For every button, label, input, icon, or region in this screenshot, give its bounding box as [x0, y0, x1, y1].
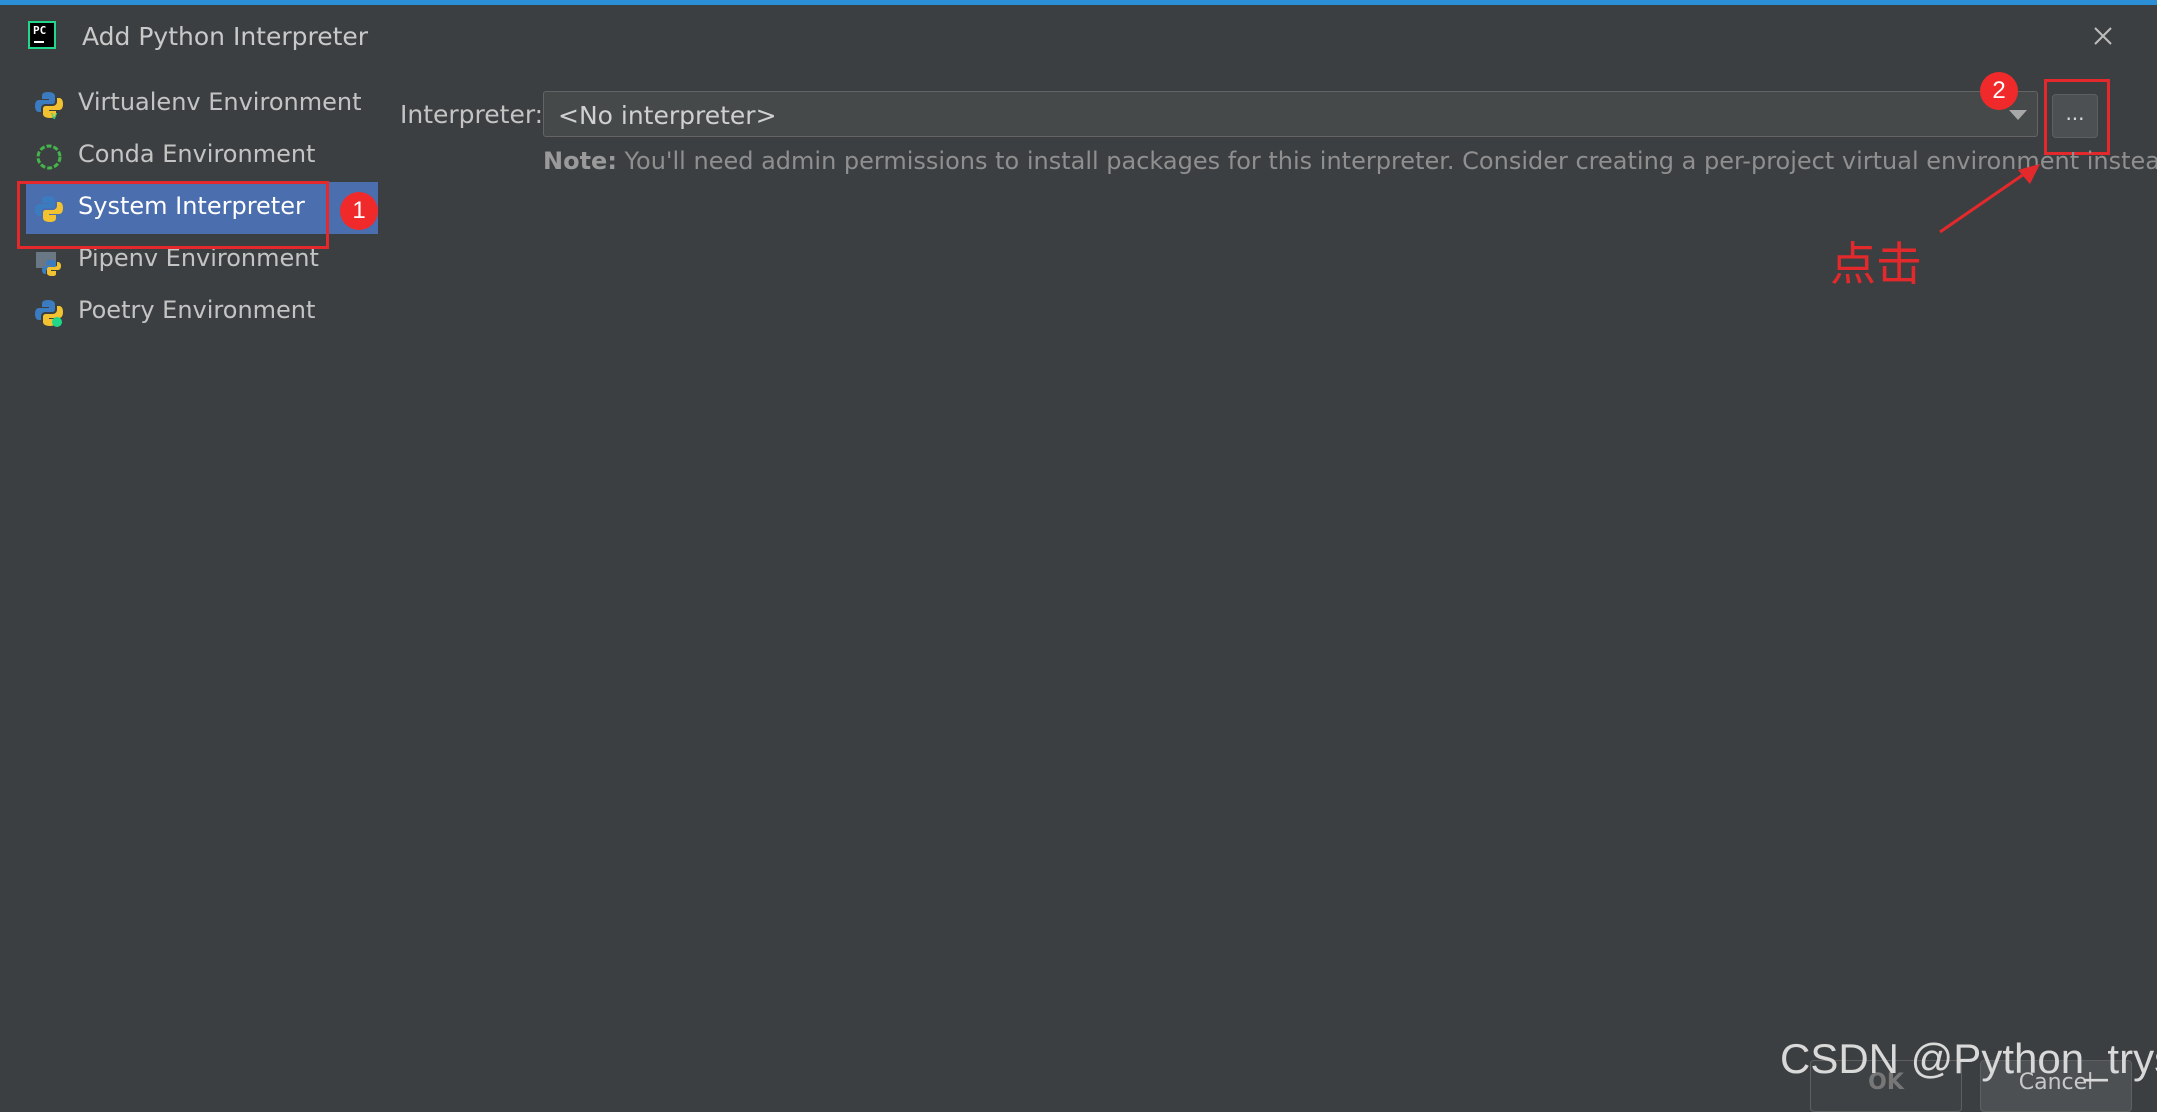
sidebar-item-poetry[interactable]: Poetry Environment	[16, 286, 366, 338]
pipenv-icon	[34, 246, 64, 276]
close-button[interactable]	[2086, 19, 2120, 53]
interpreter-dropdown[interactable]: <No interpreter>	[543, 91, 2038, 137]
virtualenv-python-icon: v	[34, 90, 64, 122]
interpreter-dropdown-value: <No interpreter>	[558, 101, 777, 130]
sidebar-item-label: Virtualenv Environment	[78, 88, 362, 116]
pycharm-logo-icon: PC	[28, 21, 56, 49]
annotation-arrow-icon	[1939, 164, 2040, 234]
note-text: You'll need admin permissions to install…	[616, 147, 2157, 175]
admin-permissions-note: Note: You'll need admin permissions to i…	[543, 147, 2157, 175]
poetry-icon	[34, 298, 64, 328]
annotation-highlight-box-2	[2044, 79, 2110, 155]
watermark-text: CSDN @Python_trys	[1780, 1035, 2157, 1082]
close-icon	[2094, 27, 2112, 45]
sidebar-item-virtualenv[interactable]: v Virtualenv Environment	[16, 78, 366, 130]
annotation-highlight-box-1	[17, 181, 329, 249]
annotation-badge-1: 1	[340, 192, 378, 230]
window-title: Add Python Interpreter	[82, 22, 369, 51]
sidebar-item-label: Poetry Environment	[78, 296, 316, 324]
annotation-badge-2: 2	[1980, 72, 2018, 110]
interpreter-label: Interpreter:	[400, 100, 544, 129]
annotation-click-text: 点击	[1830, 237, 1922, 291]
title-bar: PC Add Python Interpreter	[0, 5, 2157, 67]
chevron-down-icon	[2009, 110, 2027, 120]
svg-text:v: v	[51, 109, 58, 120]
note-bold-label: Note:	[543, 147, 617, 175]
sidebar-item-label: Conda Environment	[78, 140, 316, 168]
conda-ring-icon	[34, 142, 64, 172]
sidebar-item-conda[interactable]: Conda Environment	[16, 130, 366, 182]
